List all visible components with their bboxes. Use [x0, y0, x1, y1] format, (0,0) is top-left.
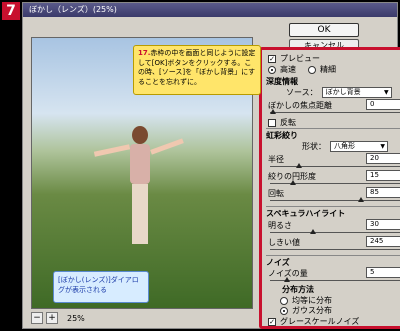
settings-panel: ✓ プレビュー 高速 精細 深度情報 ソース： ぼかし背景 ぼかしの焦点距離 0 [259, 47, 400, 329]
invert-row[interactable]: 反転 [268, 117, 296, 128]
shape-select[interactable]: 八角形 [330, 141, 388, 152]
brightness-row: 明るさ [268, 220, 292, 231]
fast-radio[interactable] [268, 65, 276, 74]
photo-person [93, 126, 184, 246]
slider-thumb[interactable] [270, 109, 276, 114]
lens-blur-dialog: ぼかし（レンズ）(25%) − + 25% OK キャンセル ✓ プレビュー 高… [22, 2, 400, 329]
zoom-bar: − + 25% [31, 311, 253, 325]
callout-step-number: 17. [138, 49, 151, 57]
invert-checkbox[interactable] [268, 118, 276, 127]
focus-label: ぼかしの焦点距離 [268, 101, 332, 110]
specular-section-title: スペキュラハイライト [266, 209, 346, 218]
curvature-field[interactable]: 15 [366, 170, 400, 181]
threshold-field[interactable]: 245 [366, 236, 400, 247]
focus-row: ぼかしの焦点距離 [268, 100, 332, 111]
radius-label: 半径 [268, 155, 284, 164]
slider-thumb[interactable] [284, 277, 290, 282]
uniform-radio[interactable] [280, 296, 288, 305]
radius-field[interactable]: 20 [366, 153, 400, 164]
source-label: ソース： [286, 88, 318, 97]
gaussian-radio[interactable] [280, 306, 288, 315]
radius-row: 半径 [268, 154, 284, 165]
iris-section-title: 虹彩絞り [266, 131, 298, 140]
accurate-radio[interactable] [308, 65, 316, 74]
slider-thumb[interactable] [290, 180, 296, 185]
speed-row: 高速 精細 [268, 64, 336, 75]
step-badge: 7 [2, 2, 20, 20]
fast-label: 高速 [280, 65, 296, 74]
divider [266, 255, 400, 256]
noise-amount-field[interactable]: 5 [366, 267, 400, 278]
mono-label: グレースケールノイズ [280, 317, 360, 326]
preview-label: プレビュー [280, 54, 320, 63]
gaussian-label: ガウス分布 [292, 306, 332, 315]
result-callout: [ぼかし(レンズ)]ダイアログが表示される [53, 271, 149, 303]
rotation-row: 回転 [268, 188, 284, 199]
threshold-slider[interactable] [270, 249, 400, 250]
divider [266, 128, 400, 129]
threshold-label: しきい値 [268, 238, 300, 247]
zoom-level: 25% [67, 313, 85, 323]
shape-row: 形状： 八角形 [302, 141, 388, 152]
noise-section-title: ノイズ [266, 258, 290, 267]
zoom-out-button[interactable]: − [31, 312, 43, 324]
threshold-row: しきい値 [268, 237, 300, 248]
source-select[interactable]: ぼかし背景 [321, 87, 392, 98]
source-row: ソース： ぼかし背景 [286, 87, 392, 98]
callout-text: 赤枠の中を画面と同じように設定して[OK]ボタンをクリックする。この時、[ソース… [138, 49, 256, 86]
distribution-title: 分布方法 [282, 285, 314, 294]
noise-slider[interactable] [270, 277, 400, 282]
preview-row[interactable]: ✓ プレビュー [268, 53, 320, 64]
accurate-label: 精細 [320, 65, 336, 74]
mono-row[interactable]: ✓ グレースケールノイズ [268, 316, 359, 327]
focus-field[interactable]: 0 [366, 99, 400, 110]
screenshot-frame: 7 ぼかし（レンズ）(25%) − + 25% OK キャンセル ✓ プレビュー… [0, 0, 400, 331]
mono-checkbox[interactable]: ✓ [268, 317, 276, 326]
brightness-label: 明るさ [268, 221, 292, 230]
rotation-field[interactable]: 85 [366, 187, 400, 198]
brightness-slider[interactable] [270, 229, 400, 234]
curvature-slider[interactable] [270, 180, 400, 185]
rotation-label: 回転 [268, 189, 284, 198]
depth-section-title: 深度情報 [266, 77, 298, 86]
rotation-slider[interactable] [270, 197, 400, 202]
ok-button[interactable]: OK [289, 23, 359, 37]
zoom-in-button[interactable]: + [46, 312, 58, 324]
radius-slider[interactable] [270, 163, 400, 168]
slider-thumb[interactable] [358, 197, 364, 202]
preview-checkbox[interactable]: ✓ [268, 54, 276, 63]
divider [266, 206, 400, 207]
brightness-field[interactable]: 30 [366, 219, 400, 230]
slider-thumb[interactable] [296, 163, 302, 168]
invert-label: 反転 [280, 118, 296, 127]
focus-slider[interactable] [270, 109, 400, 114]
shape-label: 形状： [302, 142, 326, 151]
dialog-title: ぼかし（レンズ）(25%) [23, 3, 397, 17]
slider-thumb[interactable] [310, 229, 316, 234]
instruction-callout: 17.赤枠の中を画面と同じように設定して[OK]ボタンをクリックする。この時、[… [133, 45, 261, 95]
gaussian-row[interactable]: ガウス分布 [280, 305, 332, 316]
